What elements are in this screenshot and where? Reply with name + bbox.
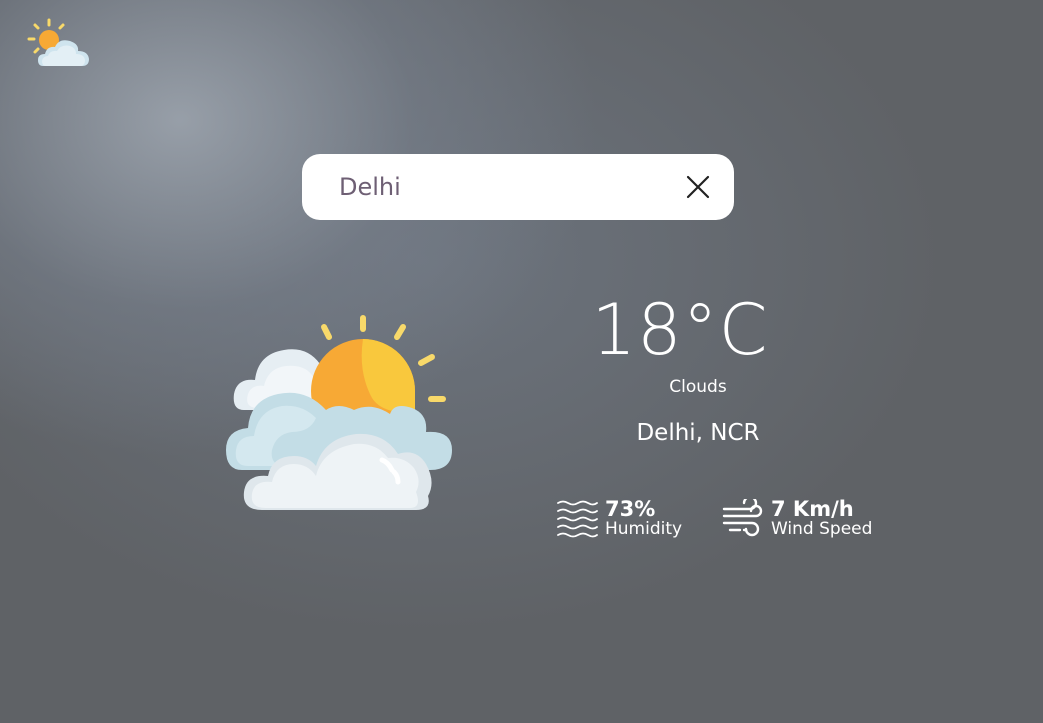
weather-illustration [222,310,458,516]
city-search-input[interactable] [339,167,639,207]
weather-condition: Clouds [669,377,727,397]
humidity-waves-icon [557,500,598,537]
humidity-stat: 73% Humidity [556,498,682,539]
wind-speed-value: 7 Km/h [771,497,854,521]
wind-speed-stat: 7 Km/h Wind Speed [722,498,872,539]
temperature-reading: 18°C [591,289,769,371]
humidity-value: 73% [605,497,656,521]
clear-search-button[interactable] [684,173,712,201]
sun-behind-clouds-icon [226,315,452,510]
partly-cloudy-icon [27,18,89,66]
close-icon [686,175,710,199]
app-logo [24,16,92,70]
search-bar [302,154,734,220]
wind-icon [722,498,763,536]
humidity-label: Humidity [605,519,683,539]
wind-speed-label: Wind Speed [771,519,873,539]
location-name: Delhi, NCR [636,420,760,446]
